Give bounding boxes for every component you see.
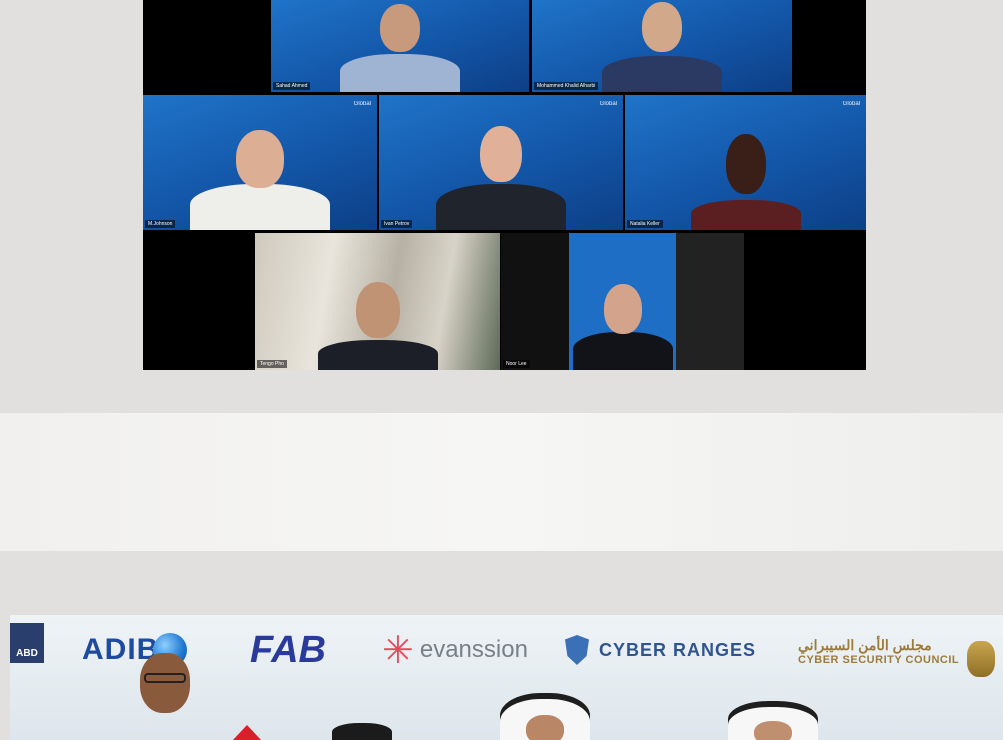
participant-tile[interactable]: Mohammed Khalid Alharbi — [532, 0, 792, 92]
csc-arabic-text: مجلس الأمن السيبراني — [798, 637, 932, 653]
evanssion-logo: ✳ evanssion — [382, 625, 528, 675]
org-logo: Global — [599, 101, 617, 107]
person-photo — [332, 723, 392, 740]
participant-tile[interactable]: Sahad Ahmed — [271, 0, 529, 92]
participant-tile[interactable]: Noor Lee — [501, 233, 744, 370]
participant-name: Tengo Pho — [257, 360, 287, 368]
participant-name: Mohammed Khalid Alharbi — [534, 82, 599, 90]
participant-name: M.Johnson — [145, 220, 176, 228]
blank-banner — [0, 413, 1003, 551]
participant-video — [572, 280, 673, 370]
cyber-ranges-text: CYBER RANGES — [599, 639, 757, 660]
video-call-grid: Sahad Ahmed Mohammed Khalid Alharbi Glob… — [143, 0, 866, 370]
event-photo: ABD ADIB FAB ✳ evanssion CYBER RANGES مج… — [10, 615, 1003, 740]
bank-badge-logo: ABD — [10, 623, 44, 663]
person-photo — [500, 693, 590, 740]
participant-video — [317, 278, 438, 370]
evanssion-logo-text: evanssion — [419, 636, 528, 663]
fab-logo-text: FAB — [250, 628, 326, 671]
org-logo: Global — [842, 101, 860, 107]
participant-video — [602, 0, 722, 92]
org-logo: Global — [353, 101, 371, 107]
participant-video — [190, 110, 330, 230]
participant-tile[interactable]: Tengo Pho — [255, 233, 500, 370]
participant-name: Noor Lee — [503, 360, 530, 368]
participant-video — [436, 118, 566, 230]
cyber-security-council-logo: مجلس الأمن السيبراني CYBER SECURITY COUN… — [798, 637, 959, 666]
participant-name: Ivan Petrov — [381, 220, 413, 228]
participant-tile[interactable]: Global Natalia Keller — [625, 95, 866, 230]
participant-tile[interactable]: Global M.Johnson — [143, 95, 377, 230]
csc-english-text: CYBER SECURITY COUNCIL — [798, 654, 960, 666]
cyber-ranges-logo: CYBER RANGES — [565, 625, 756, 675]
hsbc-logo-icon — [232, 725, 262, 740]
person-photo — [728, 701, 818, 740]
participant-tile[interactable]: Global Ivan Petrov — [379, 95, 623, 230]
shield-icon — [565, 635, 589, 665]
person-photo — [132, 653, 198, 740]
participant-name: Natalia Keller — [627, 220, 663, 228]
fab-logo: FAB — [250, 625, 326, 675]
uae-emblem-icon — [967, 641, 995, 677]
spark-icon: ✳ — [382, 629, 414, 672]
participant-name: Sahad Ahmed — [273, 82, 311, 90]
participant-video — [690, 130, 801, 230]
participant-video — [340, 0, 460, 92]
